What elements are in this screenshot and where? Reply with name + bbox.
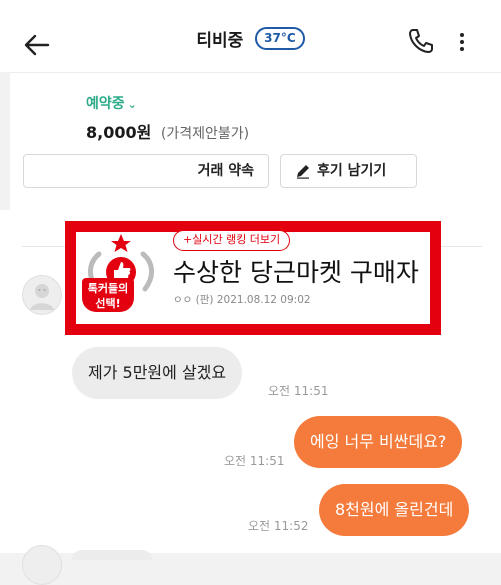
- message-time: 오전 11:51: [268, 384, 329, 398]
- badge-text-line1: 톡커들의: [87, 282, 129, 295]
- chevron-down-icon: ⌄: [127, 98, 137, 111]
- partner-name: 티비중: [196, 31, 244, 51]
- reservation-status-dropdown[interactable]: 예약중 ⌄: [86, 93, 137, 113]
- chat-header: 티비중 37°C: [0, 0, 501, 72]
- post-meta: ㅇㅇ (판) 2021.08.12 09:02: [173, 294, 311, 306]
- message-bubble-received-partial: [72, 550, 152, 560]
- message-bubble-sent: 에잉 너무 비싼데요?: [294, 416, 463, 468]
- message-time: 오전 11:51: [224, 454, 285, 468]
- ranking-banner[interactable]: 톡커들의 선택! +실시간 랭킹 더보기 수상한 당근마켓 구매자 ㅇㅇ (판)…: [65, 221, 441, 335]
- avatar[interactable]: [22, 275, 62, 315]
- more-vertical-icon[interactable]: [454, 32, 470, 52]
- choice-badge-label: 톡커들의 선택!: [82, 278, 134, 312]
- write-review-button[interactable]: 후기 남기기: [280, 154, 417, 188]
- manner-temperature-badge: 37°C: [255, 27, 305, 50]
- deal-button-label: 거래 약속: [197, 163, 254, 179]
- avatar[interactable]: [22, 545, 62, 585]
- realtime-ranking-link[interactable]: +실시간 랭킹 더보기: [173, 230, 291, 251]
- default-avatar-icon: [30, 284, 54, 310]
- product-summary: 예약중 ⌄ 8,000원 (가격제안불가) 거래 약속 후기 남기기: [10, 72, 501, 211]
- status-label: 예약중: [86, 96, 125, 112]
- deal-appointment-button[interactable]: 거래 약속: [23, 154, 269, 188]
- message-bubble-sent: 8천원에 올린건데: [319, 484, 470, 536]
- price-note: (가격제안불가): [160, 126, 250, 142]
- review-button-label: 후기 남기기: [317, 163, 387, 179]
- badge-text-line2: 선택!: [95, 297, 121, 310]
- price: 8,000원: [86, 123, 152, 142]
- message-time: 오전 11:52: [248, 519, 309, 533]
- price-line: 8,000원 (가격제안불가): [86, 119, 249, 143]
- message-bubble-received: 제가 5만원에 살겠요: [72, 347, 243, 399]
- post-title: 수상한 당근마켓 구매자: [173, 258, 419, 287]
- pencil-icon: [297, 165, 309, 179]
- phone-icon[interactable]: [407, 27, 435, 55]
